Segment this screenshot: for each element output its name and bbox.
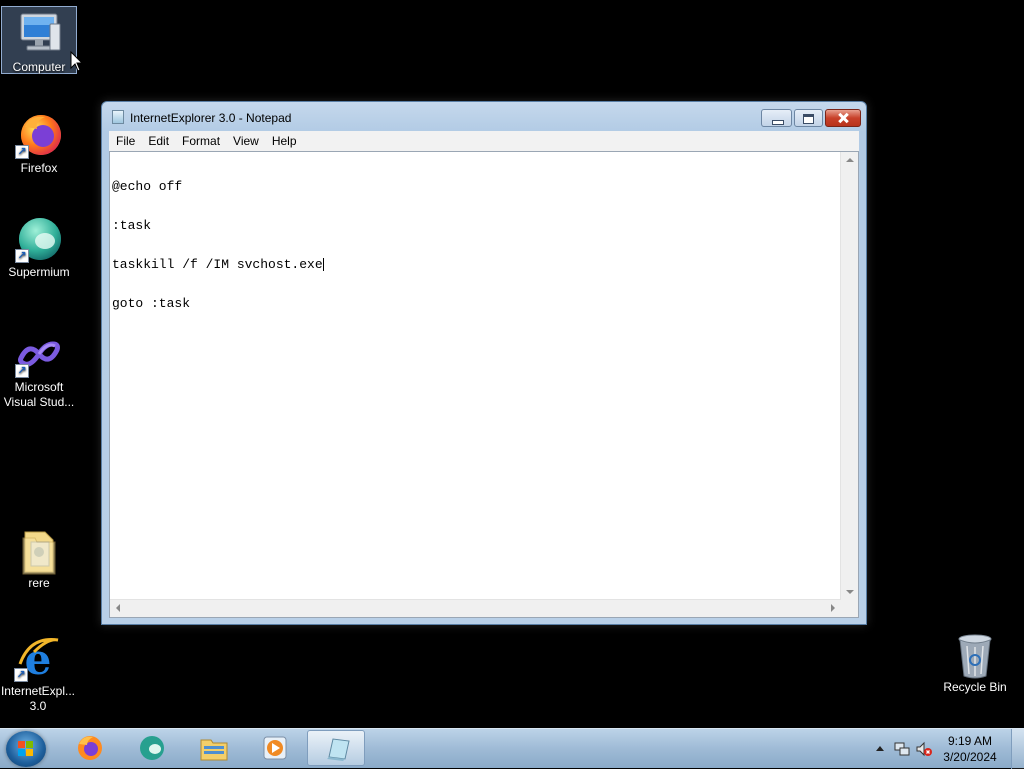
desktop-icon-label-line1: InternetExpl... (0, 684, 76, 698)
horizontal-scrollbar[interactable] (110, 599, 841, 617)
notepad-window[interactable]: InternetExplorer 3.0 - Notepad File Edit F… (101, 101, 867, 625)
desktop-icon-visual-studio[interactable]: ↗ Microsoft Visual Stud... (1, 326, 77, 410)
windows-logo-icon (18, 741, 34, 757)
desktop-icon-label: rere (28, 576, 50, 590)
desktop-icon-supermium[interactable]: ↗ Supermium (1, 211, 77, 280)
text-content[interactable]: @echo off :task taskkill /f /IM svchost.… (112, 154, 840, 599)
notepad-icon (112, 110, 124, 124)
supermium-icon (140, 736, 164, 760)
menu-view[interactable]: View (226, 131, 265, 148)
firefox-icon (78, 736, 102, 760)
desktop-icon-label-line2: 3.0 (29, 699, 47, 713)
title-bar[interactable]: InternetExplorer 3.0 - Notepad (102, 102, 866, 132)
scroll-left-arrow-icon[interactable] (116, 604, 120, 612)
taskbar-firefox[interactable] (60, 730, 118, 766)
close-button[interactable] (825, 109, 861, 127)
resize-grip[interactable] (841, 600, 858, 617)
text-line: :task (112, 218, 152, 233)
menu-format[interactable]: Format (175, 131, 226, 148)
text-editor[interactable]: @echo off :task taskkill /f /IM svchost.… (109, 151, 859, 618)
vertical-scrollbar[interactable] (840, 152, 858, 600)
explorer-icon (200, 739, 228, 761)
desktop-icon-label: Recycle Bin (943, 680, 1007, 694)
computer-icon (15, 10, 63, 58)
text-line: goto :task (112, 296, 191, 311)
clock-time: 9:19 AM (947, 734, 993, 748)
show-desktop-button[interactable] (1011, 729, 1024, 769)
network-icon[interactable] (894, 741, 910, 757)
notepad-icon (327, 738, 350, 761)
minimize-button[interactable] (761, 109, 792, 127)
shortcut-arrow-icon: ↗ (15, 249, 29, 263)
desktop-icon-internet-explorer[interactable]: e ↗ InternetExpl... 3.0 (0, 630, 76, 714)
desktop-icon-rere-folder[interactable]: rere (1, 522, 77, 591)
menu-help[interactable]: Help (265, 131, 303, 148)
menu-edit[interactable]: Edit (141, 131, 175, 148)
taskbar-explorer[interactable] (184, 730, 242, 766)
taskbar-media-player[interactable] (245, 730, 303, 766)
desktop-icon-label-line2: Visual Stud... (3, 395, 75, 409)
maximize-button[interactable] (794, 109, 823, 127)
desktop-icon-label: Firefox (20, 161, 58, 175)
desktop-icon-computer[interactable]: Computer (1, 6, 77, 74)
taskbar-notepad[interactable] (307, 730, 365, 766)
menu-bar: File Edit Format View Help (109, 131, 859, 152)
system-tray: 9:19 AM 3/20/2024 (864, 729, 1024, 769)
desktop-icon-firefox[interactable]: ↗ Firefox (1, 107, 77, 176)
desktop[interactable]: Computer ↗ Firefox ↗ Supermium ↗ Microso… (0, 0, 1024, 728)
show-hidden-icons-arrow[interactable] (876, 746, 884, 751)
text-line-content: taskkill /f /IM svchost.exe (112, 257, 323, 272)
media-player-icon (263, 736, 287, 760)
desktop-icon-label-line1: Microsoft (14, 380, 64, 394)
desktop-icon-label: Supermium (8, 265, 70, 279)
scroll-down-arrow-icon[interactable] (846, 590, 854, 594)
taskbar-supermium[interactable] (122, 730, 180, 766)
volume-muted-icon[interactable] (916, 741, 932, 757)
scroll-up-arrow-icon[interactable] (846, 158, 854, 162)
clock-date: 3/20/2024 (943, 750, 997, 764)
firefox-icon: ↗ (15, 111, 63, 159)
shortcut-arrow-icon: ↗ (15, 364, 29, 378)
clock[interactable]: 9:19 AM 3/20/2024 (936, 733, 1004, 765)
window-title: InternetExplorer 3.0 - Notepad (130, 111, 292, 125)
menu-file[interactable]: File (109, 131, 141, 148)
shortcut-arrow-icon: ↗ (14, 668, 28, 682)
desktop-icon-recycle-bin[interactable]: Recycle Bin (937, 626, 1013, 695)
text-line: @echo off (112, 179, 183, 194)
shortcut-arrow-icon: ↗ (15, 145, 29, 159)
visual-studio-icon: ↗ (15, 330, 63, 378)
recycle-bin-icon (951, 630, 999, 679)
scroll-right-arrow-icon[interactable] (831, 604, 835, 612)
internet-explorer-icon: e ↗ (14, 634, 62, 684)
text-line-current: taskkill /f /IM svchost.exe (112, 258, 840, 271)
supermium-icon: ↗ (15, 215, 63, 263)
start-button[interactable] (6, 731, 46, 767)
desktop-icon-label: Computer (12, 60, 66, 74)
mouse-cursor-icon (70, 51, 84, 72)
text-caret (322, 258, 324, 271)
folder-icon (15, 526, 63, 575)
taskbar: 9:19 AM 3/20/2024 (0, 728, 1024, 769)
